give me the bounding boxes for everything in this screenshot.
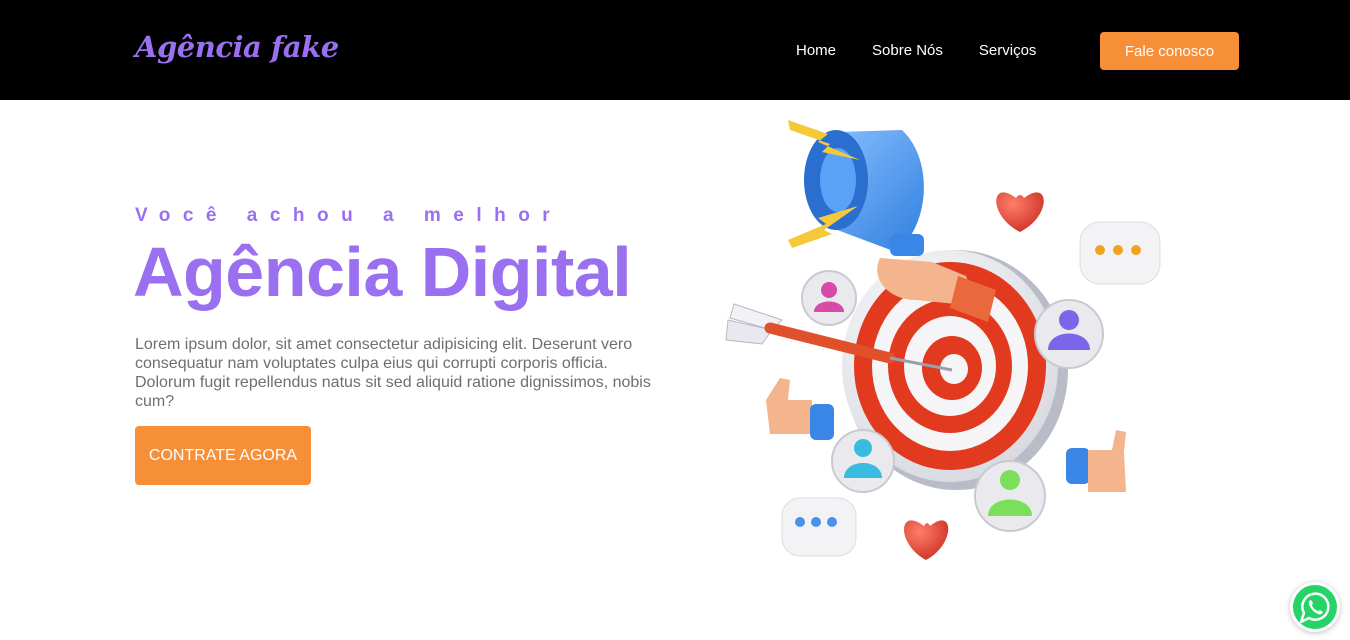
nav-link-home[interactable]: Home [796,42,836,59]
whatsapp-icon [1293,585,1337,629]
thumbs-up-icon [766,378,834,440]
whatsapp-button[interactable] [1290,582,1340,632]
hero-title: Agência Digital [133,233,632,311]
logo[interactable]: Agência fake [135,30,339,64]
heart-icon [996,192,1044,232]
user-icon [1034,299,1104,369]
user-icon [831,429,895,493]
hero-description: Lorem ipsum dolor, sit amet consectetur … [135,336,651,410]
marketing-illustration [725,120,1161,560]
main-nav: Home Sobre Nós Serviços [796,42,1036,59]
hero-pretitle: Você achou a melhor [135,205,563,226]
site-header: Agência fake Home Sobre Nós Serviços Fal… [0,0,1350,100]
nav-link-sobre-nos[interactable]: Sobre Nós [872,42,943,59]
hire-now-button[interactable]: CONTRATE AGORA [135,426,311,485]
chat-bubble-icon [781,497,857,557]
user-icon [801,270,857,326]
chat-bubble-icon [1079,221,1161,285]
contact-button[interactable]: Fale conosco [1100,32,1239,70]
nav-link-servicos[interactable]: Serviços [979,42,1037,59]
heart-icon [904,520,949,560]
thumbs-up-icon [1066,430,1126,492]
user-icon [974,460,1046,532]
